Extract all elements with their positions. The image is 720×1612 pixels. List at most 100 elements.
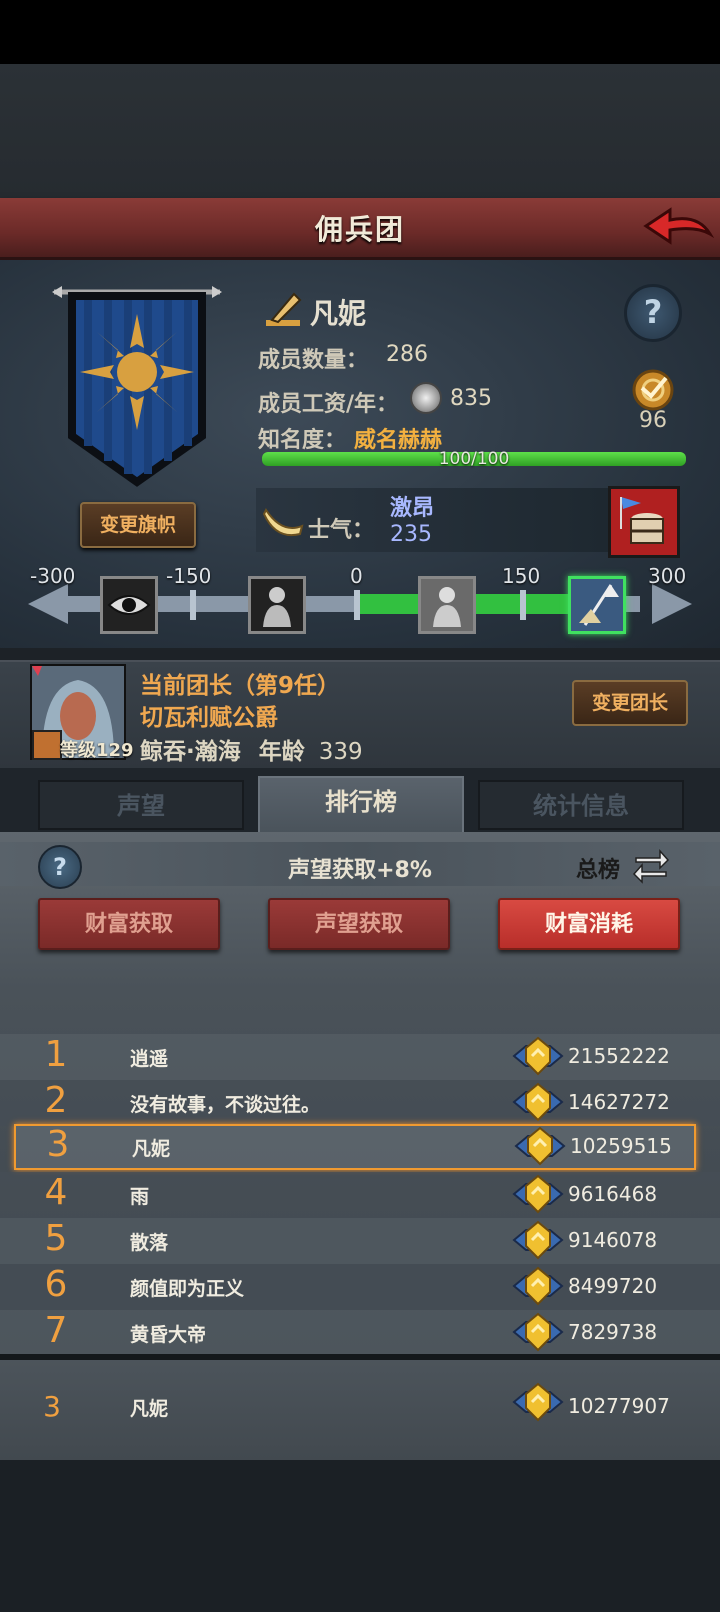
table-row[interactable]: 4 雨 9616468 — [0, 1172, 720, 1218]
player-score: 9146078 — [568, 1228, 658, 1252]
scale-label: -300 — [30, 564, 76, 588]
scale-label: 0 — [350, 564, 363, 588]
my-name: 凡妮 — [130, 1398, 169, 1420]
members-label: 成员数量： — [258, 348, 369, 373]
player-score: 9616468 — [568, 1182, 658, 1206]
scale-tick — [354, 590, 360, 620]
my-score: 10277907 — [568, 1394, 670, 1418]
calm-icon — [421, 579, 473, 631]
leader-trait: 鲸吞·瀚海 年龄 339 — [140, 732, 363, 766]
morale-label: 士气： — [308, 518, 375, 543]
rank-badge-icon — [512, 1312, 564, 1352]
members-value: 286 — [386, 342, 428, 367]
player-name: 雨 — [130, 1186, 150, 1208]
scale-left-arrow — [28, 584, 68, 624]
change-leader-button[interactable]: 变更团长 — [572, 680, 688, 726]
guild-name: 凡妮 — [310, 297, 367, 330]
salary-value: 835 — [450, 386, 492, 411]
rally-flag-icon — [571, 579, 623, 631]
player-name: 逍遥 — [130, 1048, 169, 1070]
leader-name: 切瓦利赋公爵 — [140, 705, 278, 731]
player-name: 黄昏大帝 — [130, 1324, 207, 1346]
player-score: 8499720 — [568, 1274, 658, 1298]
category-wealth-gain[interactable]: 财富获取 — [38, 898, 220, 950]
table-row[interactable]: 5 散落 9146078 — [0, 1218, 720, 1264]
scale-label: 150 — [502, 564, 541, 588]
rank-badge-icon — [512, 1082, 564, 1122]
scale-tick — [520, 590, 526, 620]
leader-age-label: 年龄 — [258, 739, 305, 765]
leader-race-trait: 鲸吞·瀚海 — [140, 739, 241, 765]
rank-badge-icon — [512, 1266, 564, 1306]
rank-number: 5 — [44, 1218, 68, 1259]
target-icon[interactable] — [624, 366, 682, 414]
my-ranking-row[interactable]: 3 凡妮 10277907 — [0, 1360, 720, 1460]
barrel-icon — [620, 497, 664, 544]
status-bar — [0, 0, 720, 64]
scale-tick — [190, 590, 196, 620]
player-name: 散落 — [130, 1232, 169, 1254]
tab-leaderboard[interactable]: 排行榜 — [258, 776, 464, 834]
player-score: 7829738 — [568, 1320, 658, 1344]
player-name: 没有故事，不谈过往。 — [130, 1094, 321, 1116]
morale-value: 235 — [390, 522, 432, 547]
swap-icon[interactable] — [632, 846, 670, 884]
my-rank: 3 — [43, 1390, 61, 1423]
barrel-button[interactable] — [608, 486, 680, 558]
eye-icon — [107, 595, 151, 615]
upper-background — [0, 64, 720, 198]
back-button[interactable] — [642, 204, 715, 252]
sun-banner-icon — [52, 286, 222, 487]
table-row[interactable]: 1 逍遥 21552222 — [0, 1034, 720, 1080]
rank-badge-icon — [514, 1126, 566, 1166]
table-row[interactable]: 7 黄昏大帝 7829738 — [0, 1310, 720, 1356]
tab-reputation[interactable]: 声望 — [38, 780, 244, 830]
rank-badge-icon — [512, 1174, 564, 1214]
rank-number: 2 — [44, 1080, 68, 1121]
table-row[interactable]: 2 没有故事，不谈过往。 14627272 — [0, 1080, 720, 1126]
fame-progress-text: 100/100 — [438, 449, 510, 469]
rank-number: 7 — [44, 1310, 68, 1351]
quill-icon — [264, 290, 304, 330]
player-name: 颜值即为正义 — [130, 1278, 245, 1300]
level-icon — [32, 730, 62, 760]
player-score: 10259515 — [570, 1134, 672, 1158]
help-button[interactable]: ? — [624, 284, 682, 342]
back-arrow-icon — [643, 207, 715, 245]
leader-level: 等级129 — [60, 740, 134, 761]
question-icon: ? — [643, 293, 663, 331]
category-reputation-gain[interactable]: 声望获取 — [268, 898, 450, 950]
morale-state-despair[interactable] — [248, 576, 306, 634]
scale-right-arrow — [652, 584, 692, 624]
morale-state-rally[interactable] — [568, 576, 626, 634]
despair-icon — [263, 587, 291, 627]
rank-number: 3 — [46, 1124, 70, 1165]
silver-coin-icon — [410, 382, 442, 414]
rank-number: 6 — [44, 1264, 68, 1305]
bottom-background — [0, 1460, 720, 1612]
leader-age-value: 339 — [318, 739, 363, 765]
rank-number: 4 — [44, 1172, 68, 1213]
morale-state-eye[interactable] — [100, 576, 158, 634]
guild-banner — [52, 286, 222, 496]
tab-statistics[interactable]: 统计信息 — [478, 780, 684, 830]
salary-label: 成员工资/年： — [258, 392, 399, 417]
total-rank-toggle[interactable]: 总榜 — [576, 852, 620, 884]
change-flag-button[interactable]: 变更旗帜 — [80, 502, 196, 548]
morale-state-calm[interactable] — [418, 576, 476, 634]
rank-badge-icon — [512, 1220, 564, 1260]
rank-badge-icon — [512, 1382, 564, 1422]
horn-icon — [262, 504, 306, 538]
player-score: 14627272 — [568, 1090, 670, 1114]
leader-title: 当前团长（第9任） — [140, 673, 341, 699]
scale-label: 300 — [648, 564, 687, 588]
rank-badge-icon — [512, 1036, 564, 1076]
category-wealth-spent[interactable]: 财富消耗 — [498, 898, 680, 950]
table-row[interactable]: 6 颜值即为正义 8499720 — [0, 1264, 720, 1310]
player-score: 21552222 — [568, 1044, 670, 1068]
player-name: 凡妮 — [132, 1138, 171, 1160]
morale-state: 激昂 — [390, 496, 435, 521]
table-row-self[interactable]: 3 凡妮 10259515 — [14, 1124, 696, 1170]
target-value: 96 — [639, 408, 667, 433]
rank-number: 1 — [44, 1034, 68, 1075]
